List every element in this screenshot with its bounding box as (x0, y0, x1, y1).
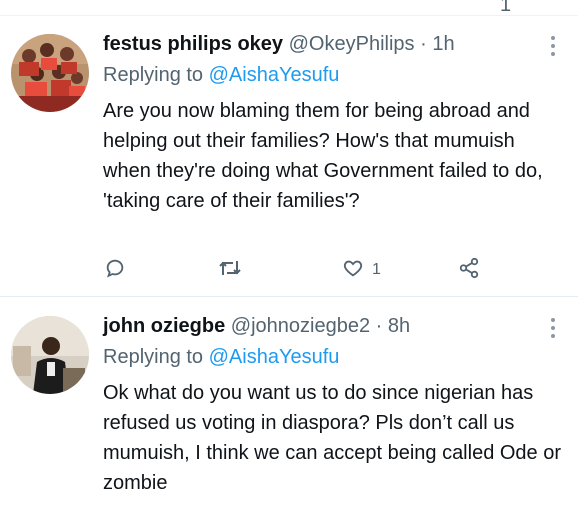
like-button[interactable]: 1 (342, 256, 381, 284)
avatar[interactable] (11, 316, 89, 394)
tweet-actions: 1 (104, 256, 504, 284)
replying-to-mention[interactable]: @AishaYesufu (209, 64, 340, 86)
like-count: 1 (372, 261, 381, 278)
replying-to-line: Replying to @AishaYesufu (103, 345, 339, 369)
separator-dot: · (420, 33, 427, 55)
user-handle[interactable]: @OkeyPhilips (289, 33, 415, 55)
tweet-time[interactable]: 1h (432, 33, 454, 55)
more-icon[interactable] (550, 36, 556, 60)
tweet[interactable]: john oziegbe @johnoziegbe2 · 8h Replying… (0, 298, 578, 505)
tweet-text: Ok what do you want us to do since niger… (103, 382, 562, 494)
display-name[interactable]: john oziegbe (103, 315, 225, 337)
display-name[interactable]: festus philips okey (103, 33, 283, 55)
share-icon (458, 257, 480, 284)
tweet-time[interactable]: 8h (388, 315, 410, 337)
reply-icon (104, 257, 126, 284)
replying-to-mention[interactable]: @AishaYesufu (209, 346, 340, 368)
like-icon (342, 257, 364, 284)
share-button[interactable] (458, 256, 480, 284)
retweet-icon (218, 257, 242, 284)
replying-to-label: Replying to (103, 346, 204, 368)
more-icon[interactable] (550, 318, 556, 342)
user-handle[interactable]: @johnoziegbe2 (231, 315, 370, 337)
tweet-text: Are you now blaming them for being abroa… (103, 100, 543, 212)
tweet[interactable]: festus philips okey @OkeyPhilips · 1h Re… (0, 16, 578, 296)
avatar[interactable] (11, 34, 89, 112)
separator-dot: · (375, 315, 383, 337)
reply-button[interactable] (104, 256, 126, 284)
tweet-header: festus philips okey @OkeyPhilips · 1h (103, 32, 455, 56)
tweet-divider (0, 296, 578, 297)
replying-to-line: Replying to @AishaYesufu (103, 63, 339, 87)
tweet-header: john oziegbe @johnoziegbe2 · 8h (103, 314, 410, 338)
retweet-button[interactable] (218, 256, 242, 284)
replying-to-label: Replying to (103, 64, 204, 86)
